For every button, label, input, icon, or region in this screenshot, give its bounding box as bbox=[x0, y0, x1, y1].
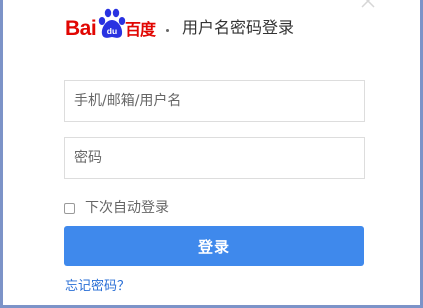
remember-label[interactable]: 下次自动登录 bbox=[85, 198, 169, 218]
baidu-paw-icon: du bbox=[98, 8, 126, 38]
username-input[interactable] bbox=[64, 80, 365, 122]
close-icon bbox=[361, 0, 375, 8]
logo-paw-text: du bbox=[107, 26, 117, 36]
remember-me: 下次自动登录 bbox=[64, 198, 169, 218]
dialog-title: 用户名密码登录 bbox=[182, 18, 295, 37]
password-input[interactable] bbox=[64, 137, 365, 179]
title-separator-dot bbox=[166, 29, 169, 32]
logo-chinese-text: 百度 bbox=[125, 20, 156, 39]
login-dialog: Bai du 百度 用户名密码登录 下次自动登录 登录 忘记密码？ bbox=[0, 0, 423, 308]
close-button[interactable] bbox=[359, 0, 379, 8]
login-button[interactable]: 登录 bbox=[64, 226, 364, 266]
logo-latin-text: Bai bbox=[65, 17, 97, 40]
forgot-password-link[interactable]: 忘记密码？ bbox=[65, 278, 130, 296]
baidu-logo: Bai du 百度 bbox=[65, 8, 157, 42]
remember-checkbox[interactable] bbox=[64, 202, 75, 214]
